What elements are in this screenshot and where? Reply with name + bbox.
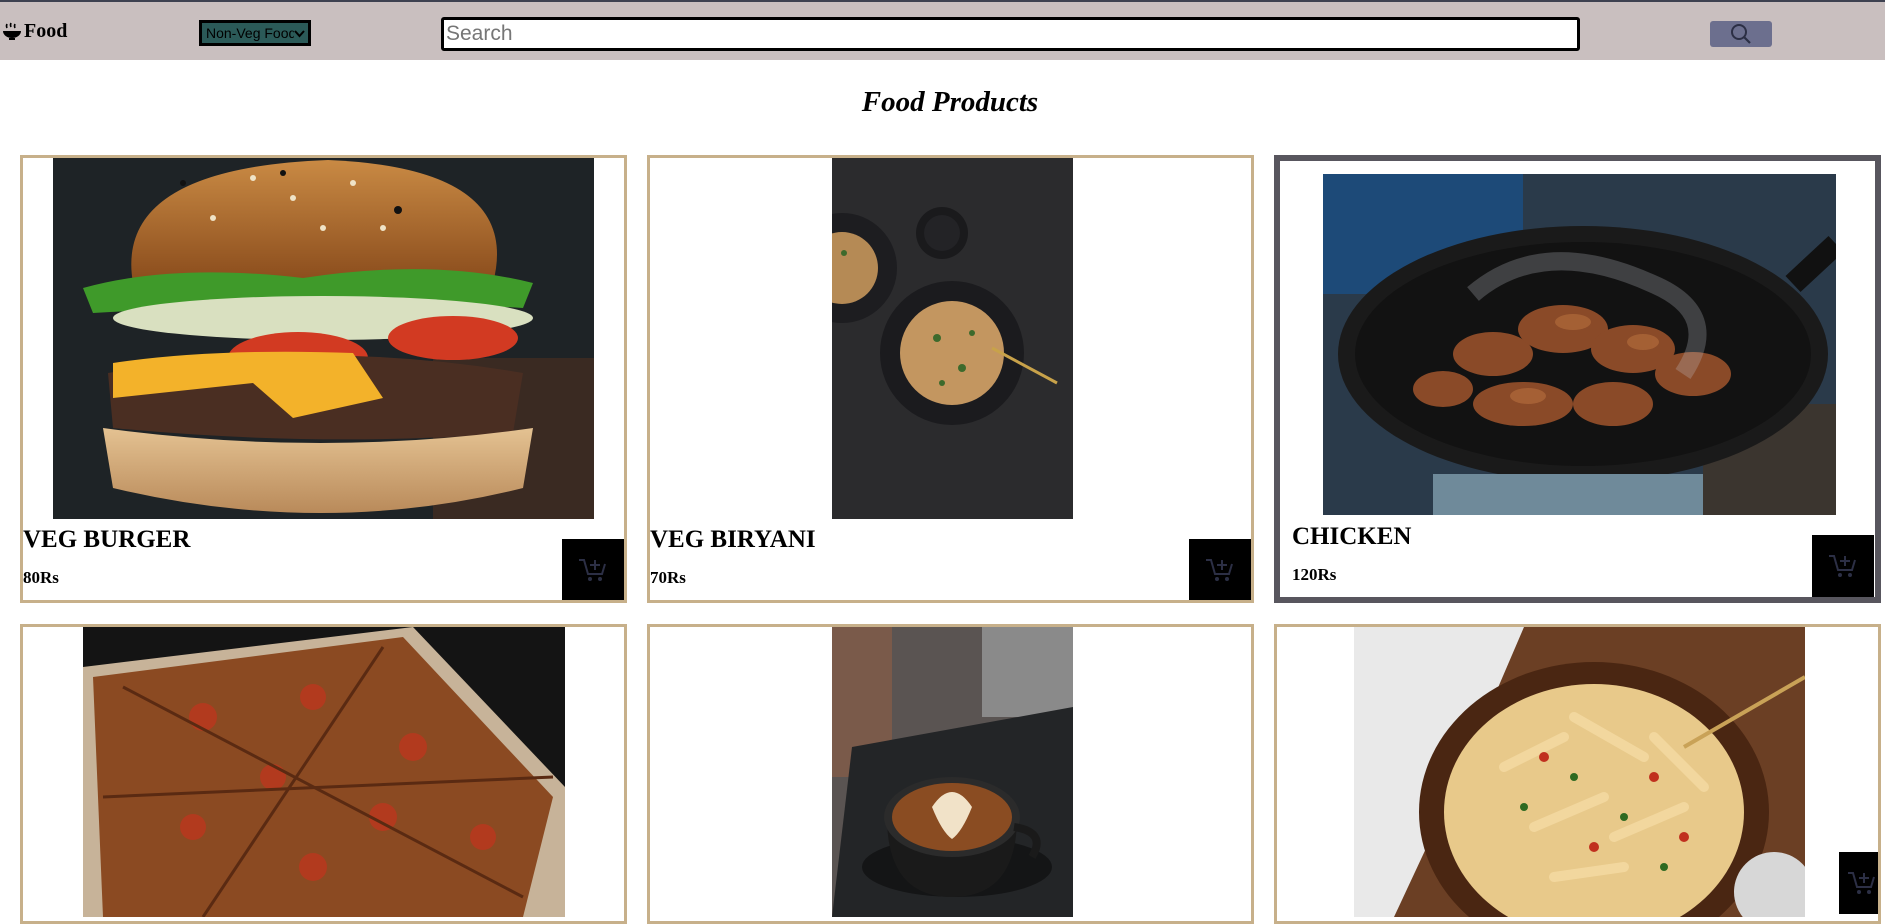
product-image-pizza[interactable] (83, 627, 565, 917)
search-icon (1731, 24, 1751, 44)
product-card: VEG BURGER 80Rs (20, 155, 627, 603)
bowl-icon (3, 22, 21, 40)
product-image-coffee[interactable] (832, 627, 1073, 917)
search-button[interactable] (1710, 21, 1772, 47)
add-to-cart-button[interactable] (1189, 539, 1251, 600)
product-card (20, 624, 627, 924)
food-type-select[interactable]: Non-Veg Food (199, 20, 311, 46)
product-price: 70Rs (650, 568, 686, 587)
product-price: 120Rs (1292, 565, 1337, 584)
cart-plus-icon (1829, 555, 1856, 577)
product-image-pasta[interactable] (1354, 627, 1805, 917)
product-image-chicken[interactable] (1323, 174, 1836, 515)
cart-plus-icon (1847, 872, 1875, 894)
product-card (647, 624, 1254, 924)
chevron-down-icon (294, 30, 305, 38)
product-card-active: CHICKEN 120Rs (1274, 155, 1881, 603)
add-to-cart-button[interactable] (1839, 852, 1878, 914)
product-image-biryani[interactable] (832, 158, 1073, 519)
food-type-selected: Non-Veg Food (206, 25, 294, 41)
page-title: Food Products (861, 86, 1039, 118)
product-name: VEG BIRYANI (650, 526, 816, 553)
product-name: VEG BURGER (23, 526, 191, 553)
cart-plus-icon (579, 559, 606, 581)
product-price: 80Rs (23, 568, 59, 587)
brand-label: Food (24, 20, 68, 42)
search-placeholder: Search (446, 22, 513, 45)
brand[interactable]: Food (2, 20, 67, 43)
product-card: VEG BIRYANI 70Rs (647, 155, 1254, 603)
cart-plus-icon (1206, 559, 1233, 581)
add-to-cart-button[interactable] (562, 539, 624, 600)
search-input[interactable]: Search (441, 17, 1580, 51)
product-name: CHICKEN (1292, 523, 1412, 550)
add-to-cart-button[interactable] (1812, 535, 1874, 597)
navbar: Food Non-Veg Food Search (0, 2, 1885, 60)
product-image-burger[interactable] (53, 158, 594, 519)
product-card (1274, 624, 1881, 924)
